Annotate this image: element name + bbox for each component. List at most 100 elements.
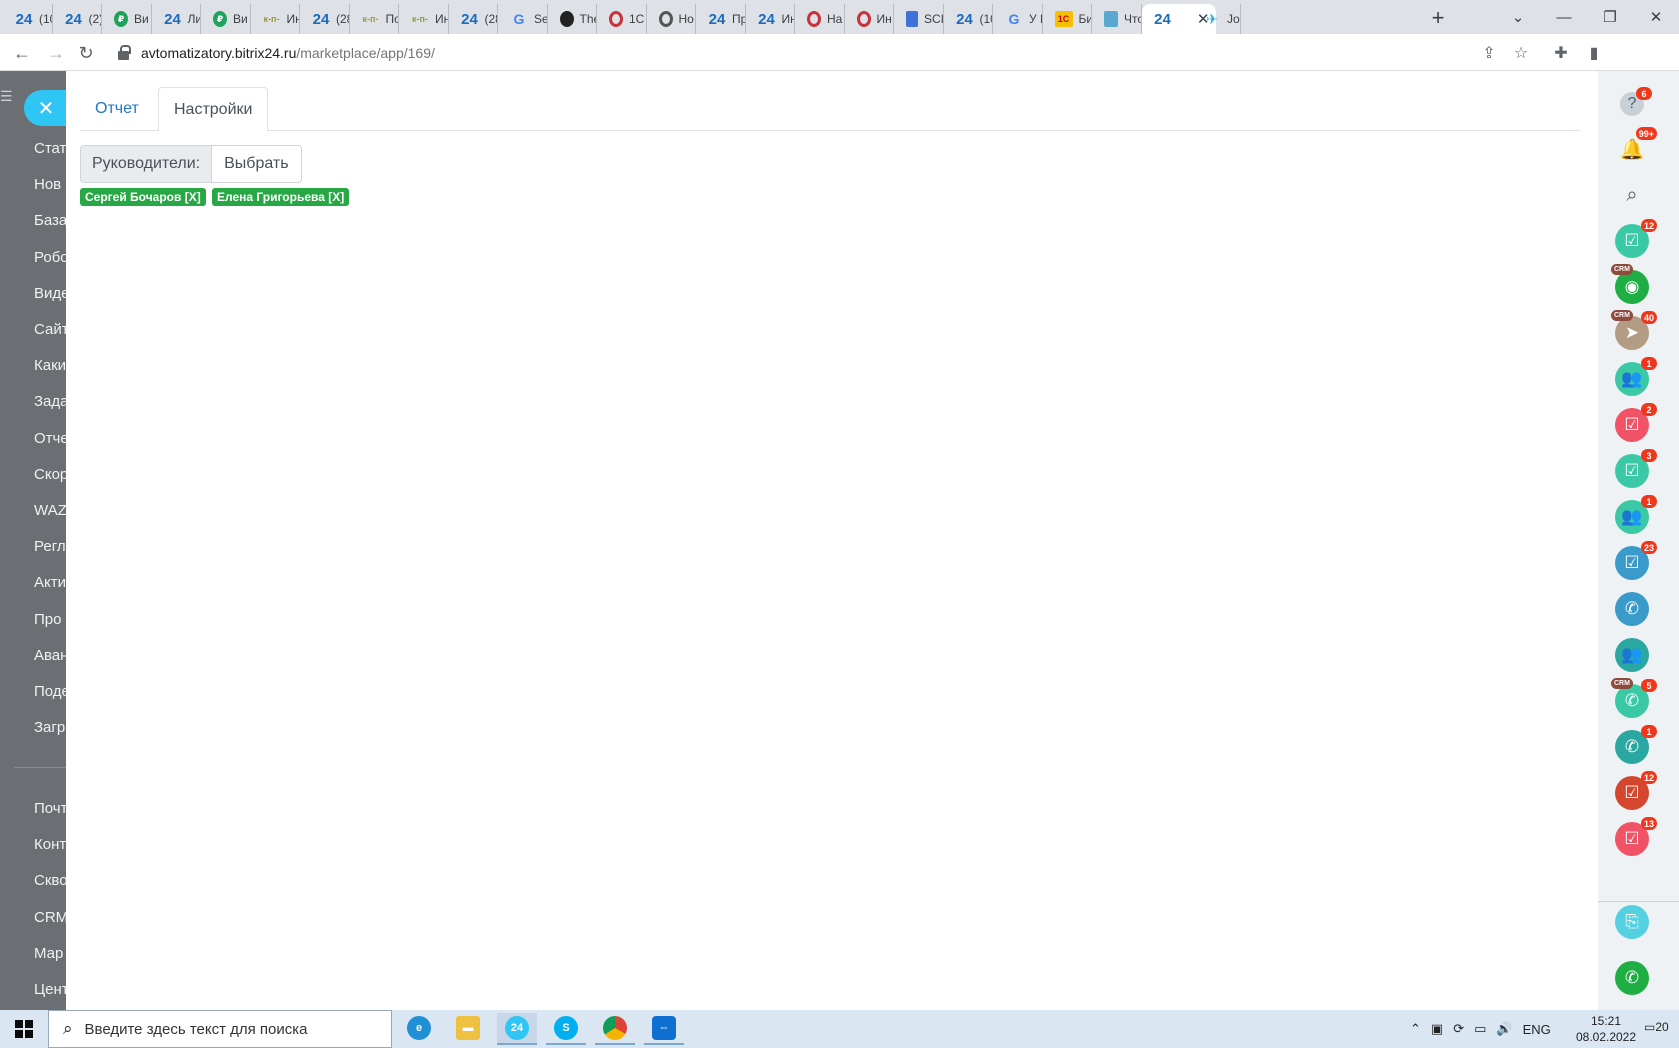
sync-icon[interactable]: ⟳ bbox=[1453, 1021, 1464, 1037]
url-field[interactable]: avtomatizatory.bitrix24.ru/marketplace/a… bbox=[108, 38, 1548, 68]
side-panel-icon[interactable]: ▮ bbox=[1580, 39, 1608, 67]
left-menu-item[interactable]: Загр bbox=[34, 719, 65, 736]
telegram-crm-icon[interactable]: ➤ 40 CRM bbox=[1611, 310, 1657, 350]
slider-close-button[interactable]: ✕ bbox=[24, 90, 68, 126]
task-chat-icon[interactable]: ☑ 12 bbox=[1615, 219, 1657, 258]
meet-icon[interactable]: ▣ bbox=[1431, 1021, 1443, 1037]
manager-chip[interactable]: Сергей Бочаров [X] bbox=[80, 188, 206, 206]
browser-tab[interactable]: к-п- По bbox=[350, 4, 399, 34]
reload-button[interactable]: ↻ bbox=[72, 39, 100, 67]
left-menu-item[interactable]: Цент bbox=[34, 981, 66, 998]
left-menu-item[interactable]: Робо bbox=[34, 249, 66, 266]
chrome-app[interactable] bbox=[595, 1013, 635, 1045]
browser-tab[interactable]: ✈ Jox bbox=[1191, 4, 1241, 34]
left-menu-item[interactable]: Про bbox=[34, 611, 61, 628]
group-chat-icon[interactable]: 👥 1 bbox=[1615, 495, 1657, 534]
forward-button[interactable]: → bbox=[42, 39, 70, 67]
taskbar-search[interactable]: ⌕ Введите здесь текст для поиска bbox=[48, 1010, 392, 1048]
left-menu-item[interactable]: Виде bbox=[34, 285, 66, 302]
left-menu-item[interactable]: WAZ bbox=[34, 502, 66, 519]
browser-tab[interactable]: 24 (2) bbox=[53, 4, 102, 34]
browser-tab[interactable]: Ин bbox=[845, 4, 894, 34]
browser-tab[interactable]: GУ В bbox=[993, 4, 1043, 34]
browser-tab[interactable]: G Ser bbox=[498, 4, 548, 34]
task-chat-icon[interactable]: ☑ 13 bbox=[1615, 817, 1657, 856]
notifications-icon[interactable]: 🔔 99+ bbox=[1615, 127, 1657, 166]
task-chat-icon[interactable]: ☑ 3 bbox=[1615, 449, 1657, 488]
left-menu-item[interactable]: Сайт bbox=[34, 321, 66, 338]
bookmark-star-icon[interactable]: ☆ bbox=[1507, 39, 1535, 67]
bitrix24-app[interactable]: 24 bbox=[497, 1013, 537, 1045]
select-button[interactable]: Выбрать bbox=[212, 146, 301, 182]
crm-chat-icon[interactable]: ◉ CRM bbox=[1611, 264, 1649, 304]
left-menu-item[interactable]: Стат bbox=[34, 140, 66, 157]
chevron-up-icon[interactable]: ⌃ bbox=[1410, 1021, 1421, 1037]
call-chat-icon[interactable]: ✆ 1 bbox=[1615, 725, 1657, 764]
left-menu-item[interactable]: Мар bbox=[34, 945, 63, 962]
screen-share-icon[interactable]: ⎘ bbox=[1615, 905, 1649, 939]
browser-tab[interactable]: 1С bbox=[597, 4, 647, 34]
language-indicator[interactable]: ENG bbox=[1523, 1022, 1551, 1037]
browser-tab[interactable]: SCI bbox=[894, 4, 944, 34]
browser-tab[interactable]: к-п- Ин bbox=[399, 4, 449, 34]
left-menu-item[interactable]: Поде bbox=[34, 683, 66, 700]
left-menu-item[interactable]: Регл bbox=[34, 538, 66, 555]
tab-settings[interactable]: Настройки bbox=[158, 87, 269, 132]
tab-report[interactable]: Отчет bbox=[80, 87, 154, 131]
task-chat-icon[interactable]: ☑ 12 bbox=[1615, 771, 1657, 810]
phone-icon[interactable]: ✆ bbox=[1615, 961, 1649, 995]
left-menu-item[interactable]: Аван bbox=[34, 647, 66, 664]
browser-tab[interactable]: 24 Пр bbox=[696, 4, 746, 34]
browser-tab[interactable]: 24 Ли bbox=[152, 4, 201, 34]
tab-search-button[interactable]: ⌄ bbox=[1495, 0, 1541, 34]
menu-toggle-icon[interactable]: ☰ bbox=[0, 88, 13, 118]
left-menu-item[interactable]: Нов bbox=[34, 176, 61, 193]
whatsapp-crm-icon[interactable]: ✆ 5 CRM bbox=[1611, 678, 1657, 718]
browser-tab[interactable]: 24 Ин bbox=[746, 4, 795, 34]
manager-chip[interactable]: Елена Григорьева [X] bbox=[212, 188, 350, 206]
browser-tab[interactable]: На bbox=[795, 4, 845, 34]
left-menu-item[interactable]: Каки bbox=[34, 357, 66, 374]
group-chat-icon[interactable]: 👥 bbox=[1615, 638, 1649, 672]
browser-tab[interactable]: ₽ Ви bbox=[201, 4, 251, 34]
notification-center[interactable]: ▭20 bbox=[1644, 1020, 1670, 1040]
clock[interactable]: 15:21 08.02.2022 bbox=[1560, 1013, 1652, 1045]
share-icon[interactable]: ⇪ bbox=[1475, 39, 1503, 67]
help-icon[interactable]: ? 6 bbox=[1620, 87, 1652, 116]
volume-icon[interactable]: 🔊 bbox=[1496, 1021, 1512, 1037]
left-menu-item[interactable]: Скор bbox=[34, 466, 66, 483]
task-chat-icon[interactable]: ☑ 2 bbox=[1615, 403, 1657, 442]
extensions-icon[interactable]: ✚ bbox=[1547, 39, 1575, 67]
browser-tab[interactable]: 24 (28 bbox=[449, 4, 498, 34]
search-icon[interactable]: ⌕ bbox=[1615, 178, 1649, 212]
left-menu-item[interactable]: Скво bbox=[34, 872, 66, 889]
network-icon[interactable]: ▭ bbox=[1474, 1021, 1486, 1037]
maximize-button[interactable]: ❐ bbox=[1587, 0, 1633, 34]
left-menu-item[interactable]: Почт bbox=[34, 800, 66, 817]
browser-tab[interactable]: к-п- Ин bbox=[251, 4, 300, 34]
left-menu-item[interactable]: База bbox=[34, 212, 66, 229]
left-menu-item[interactable]: Акти bbox=[34, 574, 66, 591]
window-close-button[interactable]: ✕ bbox=[1633, 0, 1679, 34]
browser-tab[interactable]: 24 (28 bbox=[300, 4, 350, 34]
call-chat-icon[interactable]: ✆ bbox=[1615, 592, 1649, 626]
left-menu-item[interactable]: Отче bbox=[34, 430, 66, 447]
task-chat-icon[interactable]: ☑ 23 bbox=[1615, 541, 1657, 580]
edge-app[interactable]: e bbox=[399, 1013, 439, 1045]
back-button[interactable]: ← bbox=[8, 39, 36, 67]
browser-tab[interactable]: Что bbox=[1092, 4, 1142, 34]
browser-tab[interactable]: The bbox=[548, 4, 597, 34]
group-chat-icon[interactable]: 👥 1 bbox=[1615, 357, 1657, 396]
browser-tab[interactable]: 1С Бит bbox=[1043, 4, 1092, 34]
skype-app[interactable]: S bbox=[546, 1013, 586, 1045]
browser-tab[interactable]: 24 (10 bbox=[3, 4, 53, 34]
browser-tab[interactable]: 24 (10 bbox=[944, 4, 993, 34]
minimize-button[interactable]: — bbox=[1541, 0, 1587, 34]
left-menu-item[interactable]: Конт bbox=[34, 836, 66, 853]
start-button[interactable] bbox=[0, 1010, 48, 1048]
browser-tab[interactable]: Но bbox=[647, 4, 696, 34]
new-tab-button[interactable]: + bbox=[1423, 4, 1453, 32]
left-menu-item[interactable]: CRM bbox=[34, 909, 66, 926]
explorer-app[interactable]: ▬ bbox=[448, 1013, 488, 1045]
browser-tab[interactable]: ₽ Ви bbox=[102, 4, 152, 34]
